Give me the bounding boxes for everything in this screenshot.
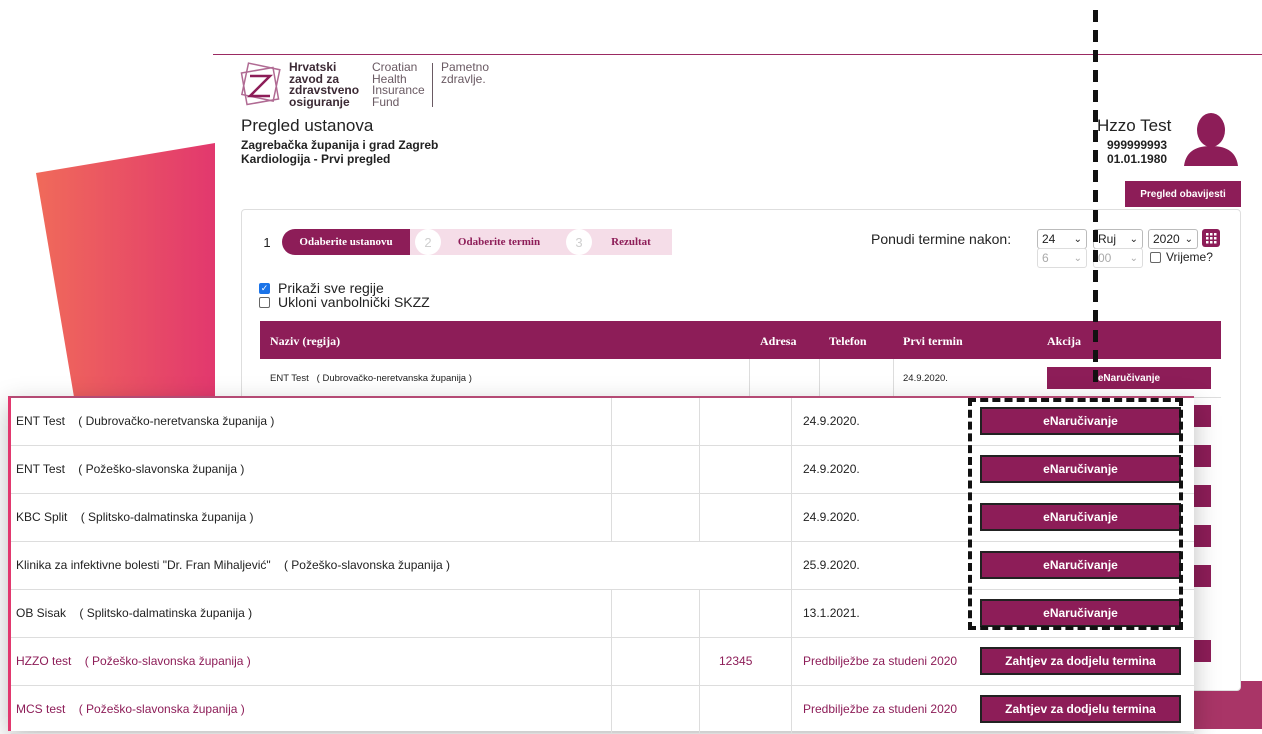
column-divider [611, 398, 612, 445]
request-appointment-button[interactable]: Zahtjev za dodjelu termina [980, 647, 1181, 675]
chevron-down-icon: ⌄ [1184, 233, 1193, 245]
step-1-number: 1 [263, 234, 271, 250]
row-name: HZZO test ( Požeško-slavonska županija ) [16, 654, 251, 668]
avatar[interactable] [1180, 110, 1242, 166]
chevron-down-icon: ⌄ [1073, 233, 1082, 245]
remove-outpatient-checkbox[interactable] [259, 296, 270, 308]
row-name: Klinika za infektivne bolesti "Dr. Fran … [16, 558, 451, 572]
col-phone[interactable]: Telefon [829, 334, 867, 349]
logo-tagline: Pametno zdravlje. [441, 60, 490, 86]
column-divider [791, 686, 792, 733]
col-name[interactable]: Naziv (regija) [270, 334, 340, 349]
hzzo-logo-icon [240, 62, 281, 106]
user-name: Hzzo Test [1097, 116, 1172, 135]
column-divider [611, 638, 612, 685]
hour-select[interactable]: 6 ⌄ [1037, 248, 1087, 268]
step-2-select-time[interactable]: Odaberite termin [444, 229, 554, 255]
row-date: 13.1.2021. [803, 606, 860, 620]
column-divider [791, 398, 792, 445]
header-divider [213, 54, 1262, 55]
request-appointment-button[interactable]: Zahtjev za dodjelu termina [980, 695, 1181, 723]
table-header: Naziv (regija) Adresa Telefon Prvi termi… [260, 321, 1221, 359]
logo-text-hr: Hrvatski zavod za zdravstveno osiguranje [289, 60, 360, 109]
column-divider [893, 359, 894, 397]
column-divider [699, 494, 700, 541]
show-all-regions-checkbox[interactable]: ✓ [259, 282, 270, 294]
row-phone: 12345 [719, 654, 753, 668]
user-dob: 01.01.1980 [1107, 152, 1168, 166]
table-row: MCS test ( Požeško-slavonska županija ) … [11, 686, 1194, 734]
minute-select[interactable]: 00 ⌄ [1093, 248, 1143, 268]
row-name: ENT Test ( Dubrovačko-neretvanska župani… [270, 373, 472, 384]
row-date: 24.9.2020. [803, 462, 860, 476]
chevron-down-icon: ⌄ [1073, 252, 1082, 264]
region-subtitle: Zagrebačka županija i grad Zagreb [241, 138, 439, 152]
time-label: Vrijeme? [1166, 250, 1213, 264]
column-divider [699, 446, 700, 493]
row-name: ENT Test ( Požeško-slavonska županija ) [16, 462, 245, 476]
column-divider [611, 446, 612, 493]
row-date: 24.9.2020. [803, 510, 860, 524]
column-divider [699, 638, 700, 685]
row-date: Predbilježbe za studeni 2020 [803, 654, 958, 668]
notifications-button[interactable]: Pregled obavijesti [1125, 181, 1241, 207]
column-divider [791, 638, 792, 685]
column-divider [699, 590, 700, 637]
user-id: 999999993 [1107, 138, 1168, 152]
column-divider [611, 590, 612, 637]
remove-outpatient-label: Ukloni vanbolnički SKZZ [278, 294, 430, 310]
step-1-select-institution[interactable]: Odaberite ustanovu [282, 229, 410, 255]
logo-separator [432, 63, 433, 107]
column-divider [791, 542, 792, 589]
row-date: 24.9.2020. [803, 414, 860, 428]
step-3-result[interactable]: Rezultat [596, 229, 666, 255]
enarucivanje-button[interactable]: eNaručivanje [1047, 367, 1211, 389]
row-name: KBC Split ( Splitsko-dalmatinska županij… [16, 510, 254, 524]
service-subtitle: Kardiologija - Prvi pregled [241, 152, 391, 166]
row-name: MCS test ( Požeško-slavonska županija ) [16, 702, 245, 716]
col-first-slot[interactable]: Prvi termin [903, 334, 963, 349]
table-row: HZZO test ( Požeško-slavonska županija )… [11, 638, 1194, 686]
row-date: 24.9.2020. [903, 373, 948, 384]
column-divider [749, 359, 750, 397]
time-toggle[interactable]: Vrijeme? [1150, 250, 1213, 264]
time-checkbox[interactable] [1150, 251, 1161, 263]
row-date: Predbilježbe za studeni 2020 [803, 702, 958, 716]
step-3-number: 3 [566, 229, 592, 255]
col-address[interactable]: Adresa [760, 334, 796, 349]
column-divider [611, 686, 612, 733]
day-select[interactable]: 24 ⌄ [1037, 229, 1087, 249]
column-divider [791, 494, 792, 541]
chevron-down-icon: ⌄ [1129, 252, 1138, 264]
column-divider [791, 446, 792, 493]
column-divider [819, 359, 820, 397]
row-name: OB Sisak ( Splitsko-dalmatinska županija… [16, 606, 253, 620]
year-select[interactable]: 2020 ⌄ [1148, 229, 1198, 249]
offer-after-label: Ponudi termine nakon: [871, 231, 1012, 247]
column-divider [791, 590, 792, 637]
step-2-number: 2 [415, 229, 441, 255]
column-divider [699, 686, 700, 733]
logo-text-en: Croatian Health Insurance Fund [372, 60, 425, 109]
highlight-dashed-box [968, 398, 1183, 630]
remove-outpatient-option[interactable]: Ukloni vanbolnički SKZZ [259, 294, 430, 310]
calendar-icon[interactable] [1202, 229, 1220, 247]
dashed-guide-line [1093, 10, 1098, 390]
row-date: 25.9.2020. [803, 558, 860, 572]
page-title: Pregled ustanova [241, 116, 374, 135]
column-divider [611, 494, 612, 541]
month-select[interactable]: Ruj ⌄ [1093, 229, 1143, 249]
row-name: ENT Test ( Dubrovačko-neretvanska župani… [16, 414, 275, 428]
column-divider [699, 398, 700, 445]
chevron-down-icon: ⌄ [1129, 233, 1138, 245]
col-action[interactable]: Akcija [1047, 334, 1081, 349]
